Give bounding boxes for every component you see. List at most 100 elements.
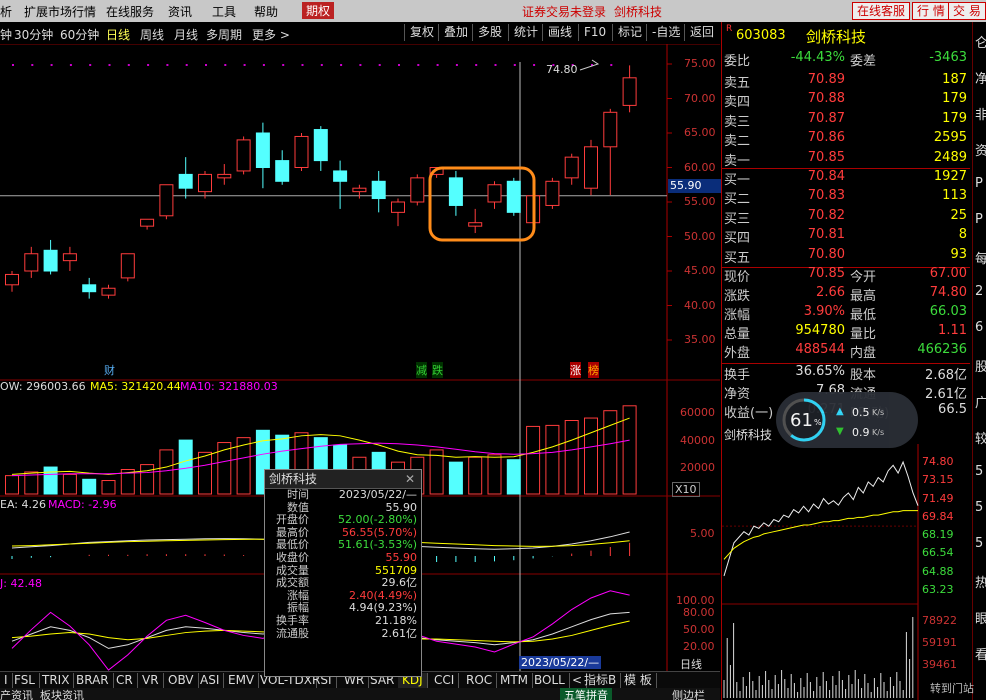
period-60min[interactable]: 60分钟 [60, 26, 99, 43]
volume-bar [429, 449, 444, 495]
indicator-tab-mtm[interactable]: MTM [496, 673, 534, 688]
draw-line-button[interactable]: 画线 [542, 24, 577, 41]
indicator-tab-boll[interactable]: BOLL [530, 673, 570, 688]
network-speed-widget[interactable]: 61 % ▲ 0.5 K/s ▼ 0.9 K/s [776, 392, 918, 448]
login-status: 证券交易未登录 [522, 5, 607, 19]
dot-marker [31, 64, 34, 66]
indicator-tab-fsl[interactable]: FSL [10, 673, 40, 688]
event-label-die[interactable]: 跌 [432, 362, 443, 378]
event-label-cai[interactable]: 财 [104, 362, 115, 378]
candle-body [101, 287, 116, 296]
indicator-tab-trix[interactable]: TRIX [38, 673, 75, 688]
mark-button[interactable]: 标记 [612, 24, 647, 41]
ask-label: 卖四 [724, 95, 751, 111]
fundamental-value-2: 2.68亿 [925, 368, 967, 383]
stat-value: 3.90% [803, 304, 845, 319]
dot-marker [282, 64, 285, 66]
ask-row[interactable]: 卖二 70.86 2595 [722, 130, 970, 149]
multi-stock-button[interactable]: 多股 [472, 24, 507, 41]
indicator-tab-asi[interactable]: ASI [196, 673, 225, 688]
period-weekly[interactable]: 周线 [140, 26, 164, 43]
indicator-tab-brar[interactable]: BRAR [72, 673, 114, 688]
candle-body [313, 129, 328, 162]
candle-body [62, 253, 77, 262]
event-label-bang[interactable]: 榜 [588, 362, 599, 378]
trade-button[interactable]: 交 易 [948, 2, 986, 20]
period-minute[interactable]: 钟 [0, 26, 12, 43]
ask-price: 70.85 [807, 149, 845, 165]
overlay-button[interactable]: 叠加 [438, 24, 473, 41]
indicator-tab-vr[interactable]: VR [138, 673, 164, 688]
volume-bar [82, 478, 97, 495]
bottom-tab-sidebar[interactable]: 侧边栏 [672, 688, 705, 700]
stat-row: 外盘 488544 内盘 466236 [722, 342, 970, 361]
ask-row[interactable]: 卖五 70.89 187 [722, 72, 970, 91]
volume-bar [198, 451, 212, 495]
price-tick-label: 40.00 [684, 298, 716, 312]
stat-value: 70.85 [807, 266, 845, 281]
menu-item-ext-market[interactable]: 扩展市场行情 [24, 3, 96, 20]
weicha-label: 委差 [850, 54, 877, 69]
indicator-tab-roc[interactable]: ROC [462, 673, 498, 688]
back-button[interactable]: 返回 [684, 24, 719, 41]
f10-button[interactable]: F10 [578, 24, 611, 41]
candle-body [5, 273, 19, 286]
close-icon[interactable]: ✕ [405, 470, 415, 488]
event-label-zhang[interactable]: 涨 [570, 362, 581, 378]
price-tick-label: 45.00 [684, 264, 716, 277]
stat-label: 总量 [724, 327, 751, 342]
bid-row[interactable]: 买三 70.82 25 [722, 208, 970, 227]
adjust-button[interactable]: 复权 [404, 24, 439, 41]
mini-price-tick: 74.80 [922, 455, 954, 468]
bid-row[interactable]: 买四 70.81 8 [722, 227, 970, 246]
online-service-button[interactable]: 在线客服 [852, 2, 911, 20]
bid-label: 买三 [724, 211, 751, 227]
stat-row: 涨幅 3.90% 最低 66.03 [722, 304, 970, 323]
indicator-tab-obv[interactable]: OBV [164, 673, 199, 688]
indicator-tab-emv[interactable]: EMV [224, 673, 260, 688]
dot-marker [513, 64, 516, 66]
menu-item-help[interactable]: 帮助 [254, 3, 278, 20]
tooltip-row: 成交额 29.6亿 [265, 577, 421, 590]
indicator-tab-xxx[interactable]: 模 板 [620, 673, 657, 688]
menu-item-analysis[interactable]: 析 [0, 3, 12, 20]
bid-row[interactable]: 买五 70.80 93 [722, 247, 970, 266]
indicator-tab-cr[interactable]: CR [112, 673, 138, 688]
remove-watchlist-button[interactable]: -自选 [646, 24, 685, 41]
volume-header-vol: OW: 296003.66 [0, 380, 86, 393]
period-30min[interactable]: 30分钟 [14, 26, 53, 43]
bid-row[interactable]: 买二 70.83 113 [722, 188, 970, 207]
stat-value-2: 1.11 [938, 323, 967, 338]
ask-row[interactable]: 卖四 70.88 179 [722, 91, 970, 110]
menu-item-news[interactable]: 资讯 [168, 3, 192, 20]
stat-value: 2.66 [816, 285, 845, 300]
download-speed: 0.9 [852, 426, 870, 439]
bottom-tab-stock-news[interactable]: 产资讯 [0, 688, 33, 700]
menu-item-options[interactable]: 期权 [302, 2, 335, 19]
menu-item-online-service[interactable]: 在线服务 [106, 3, 154, 20]
quote-button[interactable]: 行 情 [912, 2, 950, 20]
bid-row[interactable]: 买一 70.84 1927 [722, 169, 970, 188]
period-monthly[interactable]: 月线 [174, 26, 198, 43]
indicator-tab-xxb[interactable]: 指标B [580, 673, 622, 688]
weicha-value: -3463 [929, 50, 967, 65]
volume-bar [5, 475, 19, 495]
period-more[interactable]: 更多 > [252, 26, 290, 43]
bottom-tab-sector-news[interactable]: 板块资讯 [40, 688, 84, 700]
event-label-jian[interactable]: 减 [416, 362, 427, 378]
dot-marker [12, 64, 14, 66]
ask-row[interactable]: 卖三 70.87 179 [722, 111, 970, 130]
period-daily[interactable]: 日线 [106, 26, 130, 43]
ask-row[interactable]: 卖一 70.85 2489 [722, 150, 970, 169]
menu-item-tools[interactable]: 工具 [212, 3, 236, 20]
period-multi[interactable]: 多周期 [206, 26, 242, 43]
quote-header: R 603083 剑桥科技 [722, 24, 970, 46]
indicator-tab-cci[interactable]: CCI [430, 673, 460, 688]
stat-row: 涨跌 2.66 最高 74.80 [722, 285, 970, 304]
bottom-tab-input-method[interactable]: 五笔拼音 [560, 688, 612, 700]
right-column-char: 5 [975, 464, 984, 479]
chart-toolbar: 钟 30分钟 60分钟 日线 周线 月线 多周期 更多 > 复权 叠加 多股 统… [0, 22, 720, 45]
upload-unit: K/s [872, 408, 885, 417]
stats-button[interactable]: 统计 [508, 24, 543, 41]
right-column-char: 较 [975, 428, 986, 447]
